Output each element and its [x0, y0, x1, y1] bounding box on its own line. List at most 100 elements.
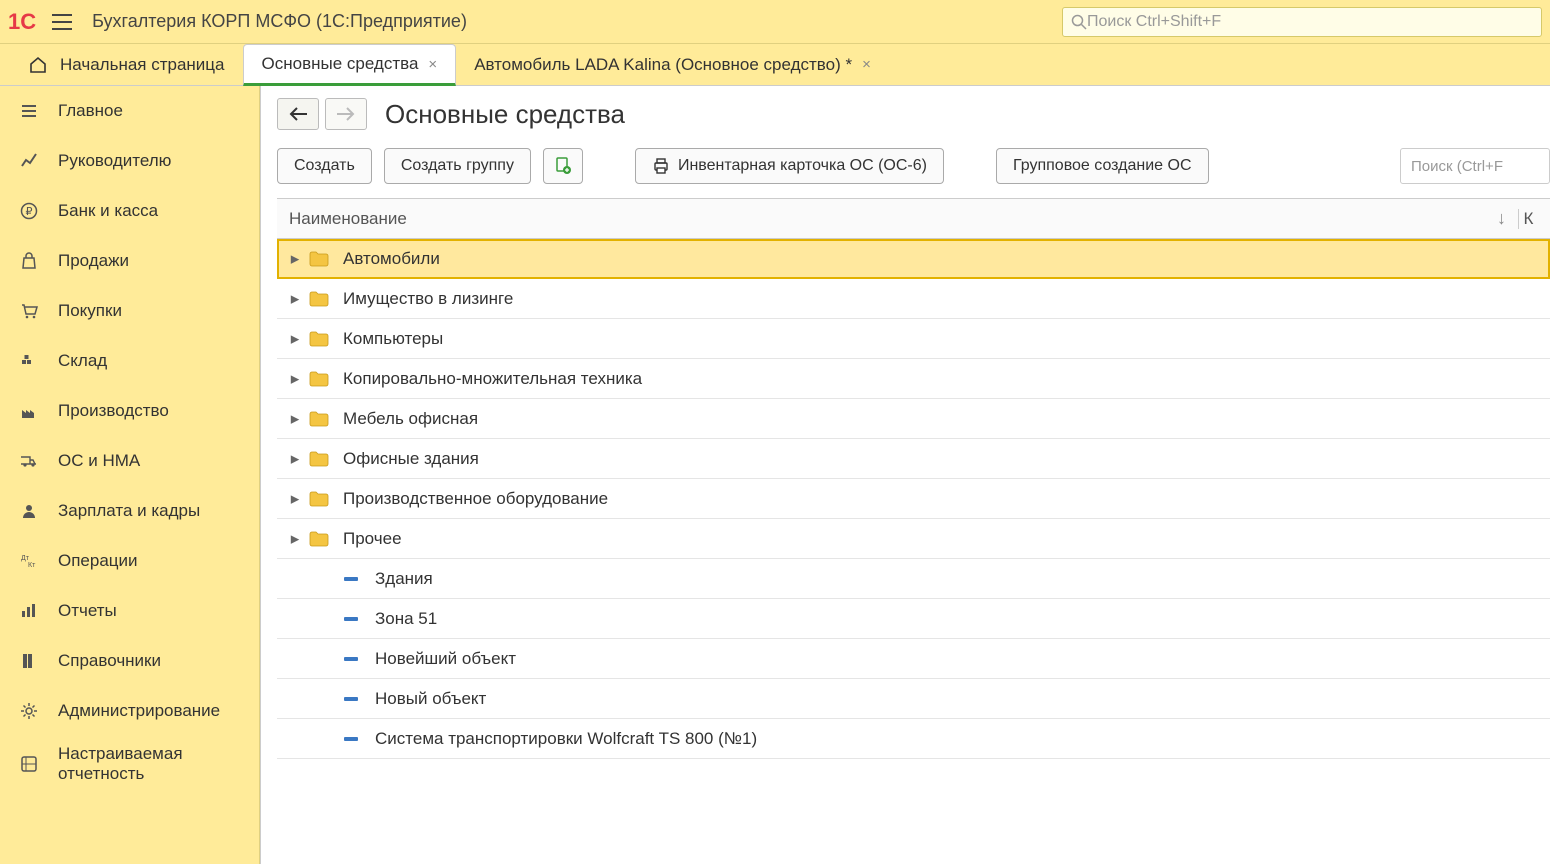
table-row[interactable]: Зона 51	[277, 599, 1550, 639]
tab-label: Основные средства	[262, 54, 419, 74]
title-bar: 1C Бухгалтерия КОРП МСФО (1С:Предприятие…	[0, 0, 1550, 44]
gear-icon	[16, 702, 42, 720]
tab-0[interactable]: Начальная страница	[8, 44, 243, 85]
create-group-button[interactable]: Создать группу	[384, 148, 531, 184]
search-icon	[1071, 14, 1087, 30]
add-file-icon	[554, 157, 572, 175]
sidebar-item-6[interactable]: Производство	[0, 386, 259, 436]
folder-icon	[305, 371, 333, 387]
global-search[interactable]	[1062, 7, 1542, 37]
main-panel: Основные средства Создать Создать группу…	[260, 86, 1550, 864]
item-icon	[337, 697, 365, 701]
row-label: Новейший объект	[375, 649, 516, 669]
truck-icon	[16, 452, 42, 470]
table-row[interactable]: ▸ Производственное оборудование	[277, 479, 1550, 519]
table-row[interactable]: Система транспортировки Wolfcraft TS 800…	[277, 719, 1550, 759]
print-icon	[652, 157, 670, 175]
row-label: Компьютеры	[343, 329, 443, 349]
expand-icon[interactable]: ▸	[285, 409, 305, 429]
sidebar-item-11[interactable]: Справочники	[0, 636, 259, 686]
ruble-icon: ₽	[16, 202, 42, 220]
folder-icon	[305, 531, 333, 547]
page-header: Основные средства	[277, 98, 1550, 130]
row-label: Система транспортировки Wolfcraft TS 800…	[375, 729, 757, 749]
close-icon[interactable]: ×	[428, 56, 437, 73]
sidebar-item-0[interactable]: Главное	[0, 86, 259, 136]
nav-forward-button[interactable]	[325, 98, 367, 130]
expand-icon[interactable]: ▸	[285, 489, 305, 509]
folder-icon	[305, 291, 333, 307]
table-row[interactable]: ▸Имущество в лизинге	[277, 279, 1550, 319]
table-header[interactable]: Наименование ↓ К	[277, 199, 1550, 239]
sidebar-item-label: Покупки	[58, 301, 122, 321]
expand-icon[interactable]: ▸	[285, 289, 305, 309]
group-create-os-button[interactable]: Групповое создание ОС	[996, 148, 1209, 184]
row-label: Автомобили	[343, 249, 440, 269]
person-icon	[16, 502, 42, 520]
column-name: Наименование	[289, 209, 1485, 229]
expand-icon[interactable]: ▸	[285, 529, 305, 549]
table-row[interactable]: Здания	[277, 559, 1550, 599]
table: Наименование ↓ К ▸ Автомобили ▸Имущество в…	[277, 198, 1550, 864]
content-area: Главное Руководителю ₽ Банк и касса Продажи П…	[0, 86, 1550, 864]
item-icon	[337, 737, 365, 741]
sidebar-item-label: Склад	[58, 351, 107, 371]
home-icon	[26, 53, 50, 77]
inventory-card-button[interactable]: Инвентарная карточка ОС (ОС-6)	[635, 148, 944, 184]
nav-back-button[interactable]	[277, 98, 319, 130]
sidebar-item-label: Справочники	[58, 651, 161, 671]
sidebar-item-9[interactable]: ДтКтОперации	[0, 536, 259, 586]
sidebar-item-12[interactable]: Администрирование	[0, 686, 259, 736]
folder-icon	[305, 251, 333, 267]
sidebar-item-label: Операции	[58, 551, 138, 571]
svg-text:₽: ₽	[26, 206, 33, 218]
sidebar-item-2[interactable]: ₽ Банк и касса	[0, 186, 259, 236]
row-label: Зона 51	[375, 609, 437, 629]
sidebar-item-label: Настраиваемая отчетность	[58, 744, 183, 783]
table-row[interactable]: ▸ Автомобили	[277, 239, 1550, 279]
create-button[interactable]: Создать	[277, 148, 372, 184]
table-row[interactable]: Новый объект	[277, 679, 1550, 719]
row-label: Копировально-множительная техника	[343, 369, 642, 389]
hamburger-icon[interactable]	[50, 10, 74, 34]
table-row[interactable]: ▸Офисные здания	[277, 439, 1550, 479]
close-icon[interactable]: ×	[862, 56, 871, 73]
row-label: Прочее	[343, 529, 402, 549]
sidebar-item-7[interactable]: ОС и НМА	[0, 436, 259, 486]
sort-indicator-icon: ↓	[1485, 208, 1518, 229]
sidebar-item-1[interactable]: Руководителю	[0, 136, 259, 186]
table-row[interactable]: ▸ Прочее	[277, 519, 1550, 559]
local-search-input[interactable]	[1400, 148, 1550, 184]
expand-icon[interactable]: ▸	[285, 369, 305, 389]
books-icon	[16, 652, 42, 670]
global-search-input[interactable]	[1087, 13, 1533, 31]
dynamic-icon	[16, 755, 42, 773]
tab-label: Начальная страница	[60, 55, 225, 75]
sidebar-item-5[interactable]: Склад	[0, 336, 259, 386]
factory-icon	[16, 402, 42, 420]
inventory-card-label: Инвентарная карточка ОС (ОС-6)	[678, 157, 927, 175]
tab-2[interactable]: Автомобиль LADA Kalina (Основное средств…	[456, 44, 889, 85]
toolbar: Создать Создать группу Инвентарная карто…	[277, 148, 1550, 184]
sidebar-item-label: Банк и касса	[58, 201, 158, 221]
sidebar-item-label: Главное	[58, 101, 123, 121]
folder-icon	[305, 451, 333, 467]
table-row[interactable]: ▸ Копировально-множительная техника	[277, 359, 1550, 399]
item-icon	[337, 657, 365, 661]
row-label: Производственное оборудование	[343, 489, 608, 509]
sidebar-item-13[interactable]: Настраиваемая отчетность	[0, 736, 259, 792]
table-row[interactable]: ▸Мебель офисная	[277, 399, 1550, 439]
page-title: Основные средства	[385, 99, 625, 130]
tab-1[interactable]: Основные средства ×	[243, 44, 457, 86]
sidebar-item-3[interactable]: Продажи	[0, 236, 259, 286]
row-label: Новый объект	[375, 689, 486, 709]
table-row[interactable]: Новейший объект	[277, 639, 1550, 679]
table-row[interactable]: ▸ Компьютеры	[277, 319, 1550, 359]
sidebar-item-4[interactable]: Покупки	[0, 286, 259, 336]
expand-icon[interactable]: ▸	[285, 249, 305, 269]
sidebar-item-8[interactable]: Зарплата и кадры	[0, 486, 259, 536]
expand-icon[interactable]: ▸	[285, 329, 305, 349]
sidebar-item-10[interactable]: Отчеты	[0, 586, 259, 636]
expand-icon[interactable]: ▸	[285, 449, 305, 469]
add-item-button[interactable]	[543, 148, 583, 184]
